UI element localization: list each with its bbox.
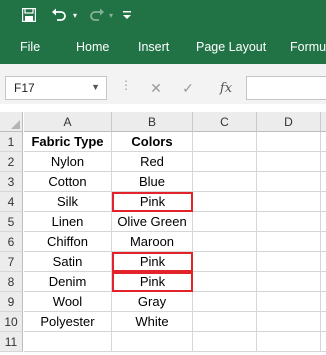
cell-e[interactable] xyxy=(321,172,326,192)
column-header-a[interactable]: A xyxy=(24,112,112,132)
drag-handle-icon[interactable]: ⋮ xyxy=(120,78,133,92)
cell-b[interactable] xyxy=(112,332,193,352)
cell-e[interactable] xyxy=(321,152,326,172)
row-header[interactable]: 6 xyxy=(0,232,23,252)
tab-page-layout[interactable]: Page Layout xyxy=(196,30,266,64)
chevron-down-icon[interactable]: ▼ xyxy=(91,82,100,92)
cell-d[interactable] xyxy=(257,332,321,352)
cell-d[interactable] xyxy=(257,272,321,292)
row-header[interactable]: 11 xyxy=(0,332,23,352)
grid-spacer xyxy=(0,104,326,112)
cell-c[interactable] xyxy=(193,152,257,172)
redo-icon[interactable] xyxy=(86,4,108,26)
cell-d[interactable] xyxy=(257,292,321,312)
cell-a[interactable]: Polyester xyxy=(24,312,112,332)
cell-d[interactable] xyxy=(257,212,321,232)
cell-e[interactable] xyxy=(321,212,326,232)
cell-b[interactable]: Pink xyxy=(112,272,193,292)
cell-c[interactable] xyxy=(193,272,257,292)
cell-c[interactable] xyxy=(193,332,257,352)
cell-d[interactable] xyxy=(257,132,321,152)
cell-b[interactable]: Colors xyxy=(112,132,193,152)
row-header[interactable]: 10 xyxy=(0,312,23,332)
column-header-b[interactable]: B xyxy=(112,112,193,132)
cell-c[interactable] xyxy=(193,312,257,332)
cell-b[interactable]: White xyxy=(112,312,193,332)
cell-e[interactable] xyxy=(321,232,326,252)
save-icon[interactable] xyxy=(18,4,40,26)
tab-formulas[interactable]: Formulas xyxy=(290,30,326,64)
cell-a[interactable]: Nylon xyxy=(24,152,112,172)
undo-dropdown-icon[interactable]: ▾ xyxy=(70,4,80,26)
undo-icon[interactable] xyxy=(48,4,70,26)
quick-access-toolbar: ▾ ▾ xyxy=(0,0,326,30)
cell-c[interactable] xyxy=(193,232,257,252)
cell-e[interactable] xyxy=(321,272,326,292)
row-header[interactable]: 1 xyxy=(0,132,23,152)
cell-a[interactable]: Denim xyxy=(24,272,112,292)
row-header[interactable]: 4 xyxy=(0,192,23,212)
cell-a[interactable] xyxy=(24,332,112,352)
cell-c[interactable] xyxy=(193,252,257,272)
cell-d[interactable] xyxy=(257,252,321,272)
row-header[interactable]: 8 xyxy=(0,272,23,292)
row-header[interactable]: 5 xyxy=(0,212,23,232)
ribbon-collapsed-area xyxy=(0,64,326,74)
row-header[interactable]: 3 xyxy=(0,172,23,192)
cell-c[interactable] xyxy=(193,172,257,192)
cell-a[interactable]: Silk xyxy=(24,192,112,212)
cell-b[interactable]: Gray xyxy=(112,292,193,312)
cell-a[interactable]: Linen xyxy=(24,212,112,232)
customize-toolbar-icon[interactable] xyxy=(120,4,134,26)
cell-e[interactable] xyxy=(321,132,326,152)
formula-input[interactable] xyxy=(246,76,326,100)
insert-function-icon[interactable]: fx xyxy=(216,78,236,98)
ribbon-tabs: File Home Insert Page Layout Formulas xyxy=(0,30,326,64)
cell-c[interactable] xyxy=(193,292,257,312)
cancel-icon[interactable]: ✕ xyxy=(146,78,166,98)
cell-a[interactable]: Cotton xyxy=(24,172,112,192)
row-header[interactable]: 9 xyxy=(0,292,23,312)
cell-d[interactable] xyxy=(257,312,321,332)
cell-c[interactable] xyxy=(193,132,257,152)
cell-b[interactable]: Blue xyxy=(112,172,193,192)
cell-a[interactable]: Wool xyxy=(24,292,112,312)
enter-icon[interactable]: ✓ xyxy=(178,78,198,98)
spreadsheet-grid: A B C D 1 Fabric Type Colors 2 Nylon Red 3 Cott… xyxy=(0,112,326,355)
tab-file[interactable]: File xyxy=(20,30,40,64)
cell-d[interactable] xyxy=(257,192,321,212)
cell-b[interactable]: Olive Green xyxy=(112,212,193,232)
row-header[interactable]: 2 xyxy=(0,152,23,172)
cell-a[interactable]: Fabric Type xyxy=(24,132,112,152)
column-header-e[interactable] xyxy=(321,112,326,132)
formula-bar: F17 ▼ ⋮ ✕ ✓ fx xyxy=(0,74,326,104)
tab-home[interactable]: Home xyxy=(76,30,109,64)
name-box-value: F17 xyxy=(14,81,35,95)
row-header[interactable]: 7 xyxy=(0,252,23,272)
cell-d[interactable] xyxy=(257,172,321,192)
cell-a[interactable]: Chiffon xyxy=(24,232,112,252)
column-header-d[interactable]: D xyxy=(257,112,321,132)
cell-d[interactable] xyxy=(257,152,321,172)
cell-b[interactable]: Maroon xyxy=(112,232,193,252)
tab-insert[interactable]: Insert xyxy=(138,30,169,64)
cell-e[interactable] xyxy=(321,192,326,212)
name-box[interactable]: F17 ▼ xyxy=(5,76,107,100)
column-header-c[interactable]: C xyxy=(193,112,257,132)
cell-d[interactable] xyxy=(257,232,321,252)
cell-a[interactable]: Satin xyxy=(24,252,112,272)
cell-c[interactable] xyxy=(193,192,257,212)
select-all-button[interactable] xyxy=(0,112,23,132)
cell-e[interactable] xyxy=(321,252,326,272)
cell-b[interactable]: Red xyxy=(112,152,193,172)
cell-c[interactable] xyxy=(193,212,257,232)
cell-e[interactable] xyxy=(321,332,326,352)
cell-e[interactable] xyxy=(321,312,326,332)
cell-e[interactable] xyxy=(321,292,326,312)
redo-dropdown-icon[interactable]: ▾ xyxy=(106,4,116,26)
cell-b[interactable]: Pink xyxy=(112,192,193,212)
cell-b[interactable]: Pink xyxy=(112,252,193,272)
